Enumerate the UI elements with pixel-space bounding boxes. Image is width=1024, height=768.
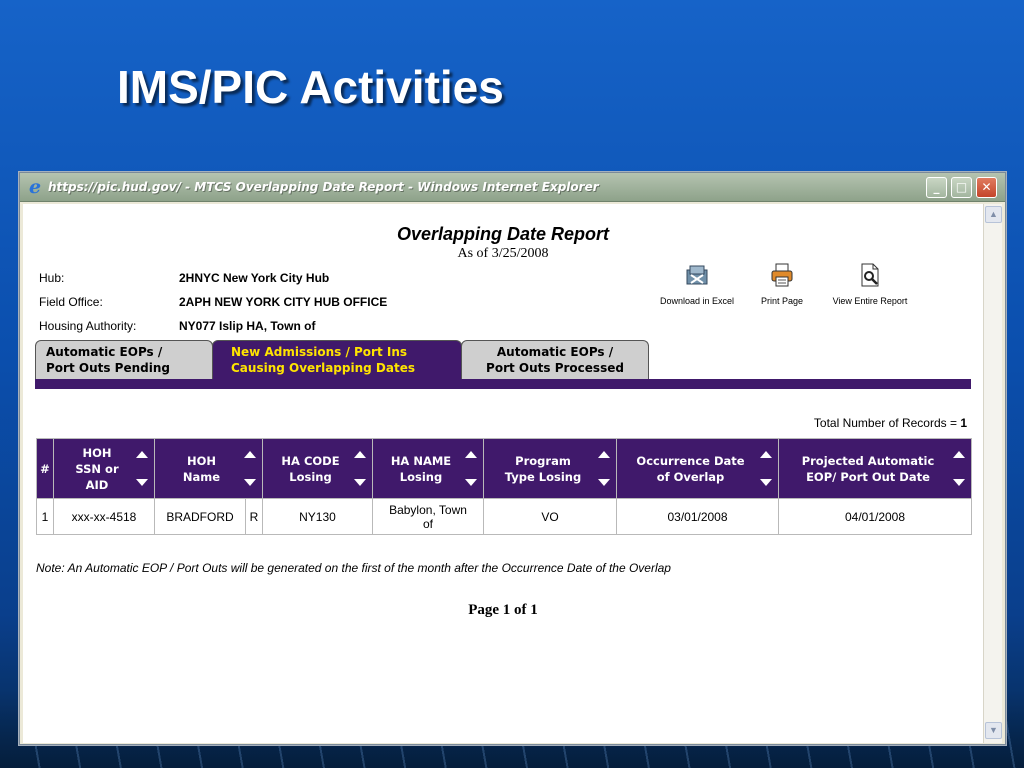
- view-entire-report-button[interactable]: View Entire Report: [815, 262, 925, 306]
- total-records-label: Total Number of Records =: [813, 416, 957, 430]
- sort-descending-icon[interactable]: [244, 479, 256, 486]
- sort-descending-icon[interactable]: [953, 479, 965, 486]
- cell-hoh-name-suffix: R: [249, 509, 259, 524]
- tab-label-line1: Automatic EOPs /: [496, 345, 614, 359]
- column-header-occurrence-date[interactable]: Occurrence Date of Overlap: [616, 438, 779, 499]
- column-header-program-type[interactable]: Program Type Losing: [483, 438, 617, 499]
- tab-new-admissions[interactable]: New Admissions / Port Ins Causing Overla…: [212, 340, 462, 379]
- magnifier-document-icon: [861, 263, 879, 287]
- sort-ascending-icon[interactable]: [136, 451, 148, 458]
- tab-label-line2: Causing Overlapping Dates: [231, 361, 415, 375]
- window-title: https://pic.hud.gov/ - MTCS Overlapping …: [48, 180, 599, 194]
- hub-value: 2HNYC New York City Hub: [179, 271, 330, 285]
- records-table: # HOH SSN or AID HOH Name HA CODE Losing…: [36, 438, 972, 535]
- window-titlebar[interactable]: e https://pic.hud.gov/ - MTCS Overlappin…: [20, 173, 1005, 202]
- sort-ascending-icon[interactable]: [598, 451, 610, 458]
- scroll-down-arrow-icon[interactable]: ▼: [985, 722, 1002, 739]
- close-button[interactable]: ✕: [976, 177, 997, 198]
- tab-label-line1: Automatic EOPs /: [46, 345, 163, 359]
- sort-ascending-icon[interactable]: [760, 451, 772, 458]
- browser-window: e https://pic.hud.gov/ - MTCS Overlappin…: [19, 172, 1006, 745]
- tab-port-outs-processed[interactable]: Automatic EOPs / Port Outs Processed: [461, 340, 649, 379]
- table-header-row: # HOH SSN or AID HOH Name HA CODE Losing…: [36, 438, 972, 499]
- printer-icon: [771, 263, 793, 287]
- download-excel-button[interactable]: Download in Excel: [643, 262, 751, 306]
- column-header-hoh-name[interactable]: HOH Name: [154, 438, 263, 499]
- sort-descending-icon[interactable]: [136, 479, 148, 486]
- total-records: Total Number of Records = 1: [623, 416, 967, 430]
- cell-hoh-name: BRADFORD R: [154, 498, 263, 535]
- tab-port-outs-pending[interactable]: Automatic EOPs / Port Outs Pending: [35, 340, 213, 379]
- scroll-up-arrow-icon[interactable]: ▲: [985, 206, 1002, 223]
- column-header-projected-date[interactable]: Projected Automatic EOP/ Port Out Date: [778, 438, 972, 499]
- sort-ascending-icon[interactable]: [953, 451, 965, 458]
- report-title: Overlapping Date Report: [396, 224, 610, 244]
- slide-title: IMS/PIC Activities: [117, 61, 504, 113]
- report-date: As of 3/25/2008: [457, 246, 549, 261]
- cell-ssn: xxx-xx-4518: [53, 498, 155, 535]
- sort-descending-icon[interactable]: [354, 479, 366, 486]
- print-page-label: Print Page: [760, 296, 804, 306]
- field-office-value: 2APH NEW YORK CITY HUB OFFICE: [179, 295, 388, 309]
- cell-number: 1: [36, 498, 54, 535]
- housing-authority-label: Housing Authority:: [39, 319, 137, 333]
- field-office-label: Field Office:: [39, 295, 103, 309]
- cell-projected-date: 04/01/2008: [778, 498, 972, 535]
- cell-program-type: VO: [483, 498, 617, 535]
- tab-label-line2: Port Outs Pending: [46, 361, 170, 375]
- column-header-ha-code[interactable]: HA CODE Losing: [262, 438, 373, 499]
- print-page-button[interactable]: Print Page: [751, 262, 813, 306]
- page-content: ▲ ▼ Overlapping Date Report As of 3/25/2…: [23, 204, 1002, 743]
- vertical-scrollbar[interactable]: ▲ ▼: [983, 204, 1002, 743]
- hub-label: Hub:: [39, 271, 65, 285]
- excel-download-icon: [686, 265, 708, 285]
- column-header-number: #: [36, 438, 54, 499]
- view-entire-report-label: View Entire Report: [832, 296, 908, 306]
- page-indicator: Page 1 of 1: [468, 602, 538, 618]
- tab-label-line2: Port Outs Processed: [486, 361, 624, 375]
- cell-hoh-name-text: BRADFORD: [155, 499, 246, 534]
- sort-ascending-icon[interactable]: [465, 451, 477, 458]
- sort-ascending-icon[interactable]: [244, 451, 256, 458]
- ie-icon: e: [28, 176, 42, 198]
- cell-ha-name: Babylon, Town of: [372, 498, 484, 535]
- column-header-ha-name[interactable]: HA NAME Losing: [372, 438, 484, 499]
- cell-ha-code: NY130: [262, 498, 373, 535]
- sort-descending-icon[interactable]: [465, 479, 477, 486]
- total-records-value: 1: [960, 416, 967, 430]
- tab-bar-divider: [35, 379, 971, 389]
- download-excel-label: Download in Excel: [659, 296, 735, 306]
- minimize-button[interactable]: _: [926, 177, 947, 198]
- tab-label-line1: New Admissions / Port Ins: [231, 345, 408, 359]
- footnote: Note: An Automatic EOP / Port Outs will …: [36, 561, 671, 575]
- sort-descending-icon[interactable]: [598, 479, 610, 486]
- housing-authority-value: NY077 Islip HA, Town of: [179, 319, 316, 333]
- cell-occurrence-date: 03/01/2008: [616, 498, 779, 535]
- maximize-button[interactable]: □: [951, 177, 972, 198]
- table-row: 1 xxx-xx-4518 BRADFORD R NY130 Babylon, …: [36, 498, 972, 535]
- sort-descending-icon[interactable]: [760, 479, 772, 486]
- sort-ascending-icon[interactable]: [354, 451, 366, 458]
- column-header-hoh-ssn[interactable]: HOH SSN or AID: [53, 438, 155, 499]
